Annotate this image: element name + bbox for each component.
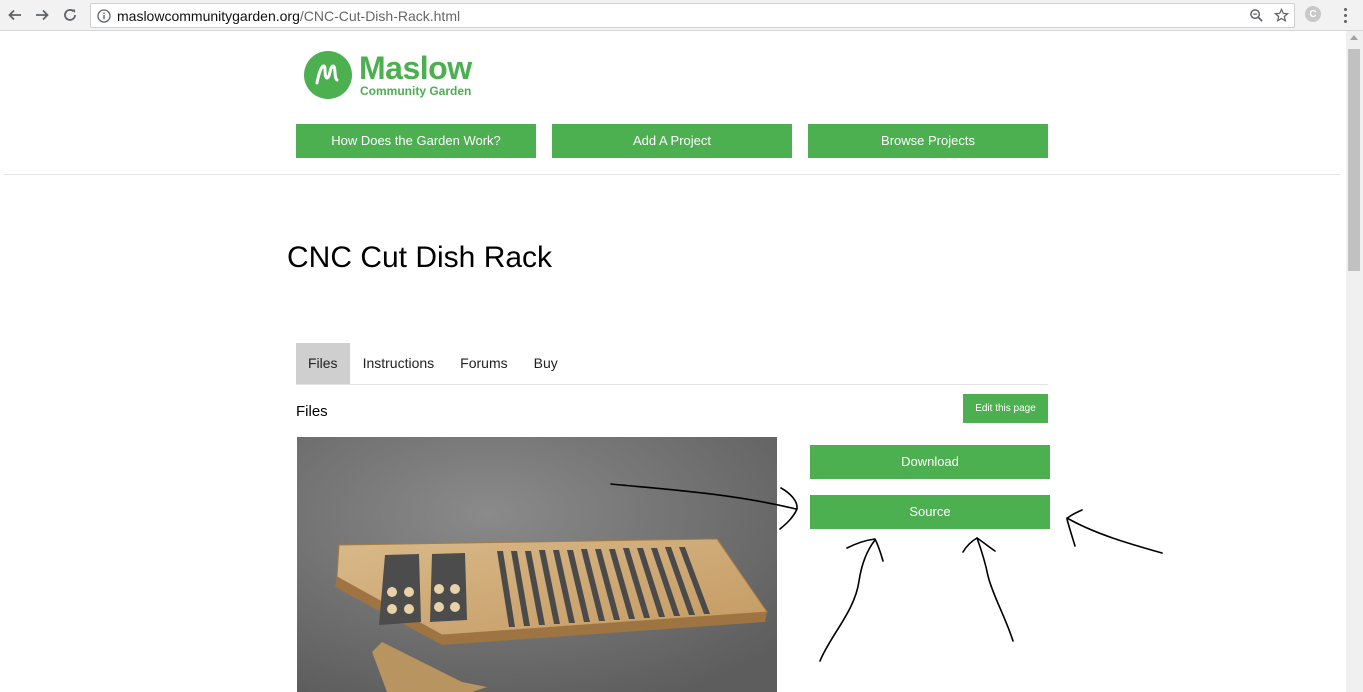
- tab-buy[interactable]: Buy: [521, 343, 571, 384]
- address-bar[interactable]: maslowcommunitygarden.org/CNC-Cut-Dish-R…: [90, 3, 1295, 28]
- bookmark-star-icon[interactable]: [1273, 7, 1290, 24]
- info-icon[interactable]: [97, 8, 111, 23]
- zoom-icon[interactable]: [1248, 7, 1265, 24]
- nav-how-it-works-button[interactable]: How Does the Garden Work?: [296, 124, 536, 158]
- header-divider: [4, 174, 1340, 175]
- project-photo[interactable]: [297, 437, 777, 692]
- page-content: Maslow Community Garden How Does the Gar…: [0, 31, 1346, 692]
- page-scrollbar[interactable]: [1346, 31, 1363, 692]
- reload-icon[interactable]: [60, 5, 80, 25]
- url-text: maslowcommunitygarden.org/CNC-Cut-Dish-R…: [117, 7, 461, 24]
- nav-add-project-button[interactable]: Add A Project: [552, 124, 792, 158]
- browser-toolbar: maslowcommunitygarden.org/CNC-Cut-Dish-R…: [0, 0, 1363, 31]
- forward-arrow-icon[interactable]: [32, 5, 52, 25]
- edit-page-button[interactable]: Edit this page: [963, 394, 1048, 423]
- scroll-thumb[interactable]: [1348, 49, 1360, 271]
- scroll-up-icon[interactable]: [1350, 35, 1358, 40]
- nav-browse-projects-button[interactable]: Browse Projects: [808, 124, 1048, 158]
- back-arrow-icon[interactable]: [5, 5, 25, 25]
- browser-menu-icon[interactable]: [1338, 6, 1352, 24]
- tab-files[interactable]: Files: [296, 343, 350, 384]
- project-tabs: Files Instructions Forums Buy: [296, 343, 1048, 385]
- extension-icon[interactable]: C: [1305, 6, 1321, 22]
- download-button[interactable]: Download: [810, 445, 1050, 479]
- section-heading: Files: [296, 403, 328, 420]
- tab-instructions[interactable]: Instructions: [350, 343, 448, 384]
- logo-subtitle: Community Garden: [360, 84, 472, 98]
- maslow-logo-icon: [304, 51, 352, 99]
- source-button[interactable]: Source: [810, 495, 1050, 529]
- logo-name: Maslow: [359, 50, 472, 86]
- page-title: CNC Cut Dish Rack: [287, 241, 553, 274]
- tab-forums[interactable]: Forums: [447, 343, 520, 384]
- site-logo[interactable]: Maslow Community Garden: [304, 51, 472, 99]
- main-nav: How Does the Garden Work? Add A Project …: [296, 124, 1048, 158]
